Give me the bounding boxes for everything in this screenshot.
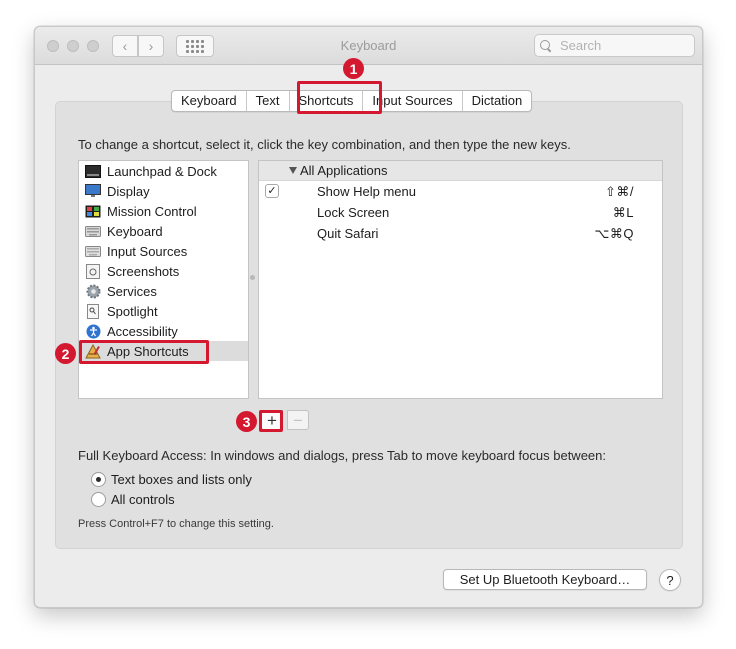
keyboard-access-hint: Press Control+F7 to change this setting. xyxy=(78,518,274,530)
tab-keyboard[interactable]: Keyboard xyxy=(172,91,247,111)
category-spotlight[interactable]: Spotlight xyxy=(79,301,248,321)
instruction-text: To change a shortcut, select it, click t… xyxy=(78,137,571,152)
category-label: Services xyxy=(107,283,157,299)
category-accessibility[interactable]: Accessibility xyxy=(79,321,248,341)
screenshots-icon xyxy=(85,263,101,279)
shortcut-row[interactable]: Quit Safari ⌥⌘Q xyxy=(259,223,662,244)
disclosure-triangle-icon[interactable] xyxy=(289,167,297,174)
category-label: Display xyxy=(107,183,150,199)
shortcut-row[interactable]: ✓ Show Help menu ⇧⌘/ xyxy=(259,181,662,202)
gear-icon xyxy=(85,284,101,298)
category-label: Screenshots xyxy=(107,263,180,279)
group-label: All Applications xyxy=(300,163,388,178)
tab-text[interactable]: Text xyxy=(247,91,290,111)
category-services[interactable]: Services xyxy=(79,281,248,301)
annotation-badge-3: 3 xyxy=(236,411,257,432)
category-keyboard[interactable]: Keyboard xyxy=(79,221,248,241)
category-screenshots[interactable]: Screenshots xyxy=(79,261,248,281)
radio-label: Text boxes and lists only xyxy=(111,472,252,487)
keyboard-icon xyxy=(85,224,101,238)
split-view-divider[interactable] xyxy=(250,275,255,280)
checkmark-icon: ✓ xyxy=(267,184,277,197)
shortcut-keys[interactable]: ⇧⌘/ xyxy=(605,184,634,200)
search-input[interactable] xyxy=(558,37,688,54)
launchpad-icon xyxy=(85,164,101,178)
group-header-all-applications[interactable]: All Applications xyxy=(259,161,662,181)
title-bar: ‹ › Keyboard xyxy=(35,27,702,65)
shortcut-name: Show Help menu xyxy=(317,184,416,199)
category-mission-control[interactable]: Mission Control xyxy=(79,201,248,221)
annotation-box-add-button xyxy=(259,410,283,432)
setup-bluetooth-keyboard-button[interactable]: Set Up Bluetooth Keyboard… xyxy=(443,569,647,590)
full-keyboard-access-label: Full Keyboard Access: In windows and dia… xyxy=(78,448,606,463)
shortcut-enabled-checkbox[interactable]: ✓ xyxy=(265,184,279,198)
input-sources-icon xyxy=(85,244,101,258)
category-display[interactable]: Display xyxy=(79,181,248,201)
search-field[interactable] xyxy=(534,34,695,57)
mission-control-icon xyxy=(85,204,101,218)
shortcut-name: Quit Safari xyxy=(317,226,379,241)
radio-button[interactable] xyxy=(91,492,106,507)
radio-text-boxes[interactable]: Text boxes and lists only xyxy=(91,472,252,487)
category-launchpad-dock[interactable]: Launchpad & Dock xyxy=(79,161,248,181)
annotation-badge-2: 2 xyxy=(55,343,76,364)
search-icon xyxy=(540,39,552,52)
shortcut-keys[interactable]: ⌥⌘Q xyxy=(594,226,634,242)
shortcut-row[interactable]: Lock Screen ⌘L xyxy=(259,202,662,223)
category-label: Input Sources xyxy=(107,243,188,259)
radio-button-selected[interactable] xyxy=(91,472,106,487)
shortcut-table: All Applications ✓ Show Help menu ⇧⌘/ Lo… xyxy=(258,160,663,399)
shortcut-keys[interactable]: ⌘L xyxy=(613,205,634,221)
radio-label: All controls xyxy=(111,492,175,507)
shortcut-name: Lock Screen xyxy=(317,205,390,220)
annotation-box-shortcuts-tab xyxy=(297,81,382,114)
category-label: Launchpad & Dock xyxy=(107,163,217,179)
category-label: Spotlight xyxy=(107,303,158,319)
category-label: Keyboard xyxy=(107,223,163,239)
tab-dictation[interactable]: Dictation xyxy=(463,91,532,111)
remove-shortcut-button[interactable]: − xyxy=(287,410,309,430)
display-icon xyxy=(85,184,101,198)
category-label: Accessibility xyxy=(107,323,178,339)
annotation-box-app-shortcuts xyxy=(79,340,209,364)
annotation-badge-1: 1 xyxy=(343,58,364,79)
spotlight-icon xyxy=(85,303,101,319)
category-input-sources[interactable]: Input Sources xyxy=(79,241,248,261)
radio-all-controls[interactable]: All controls xyxy=(91,492,175,507)
category-label: Mission Control xyxy=(107,203,197,219)
accessibility-icon xyxy=(85,324,101,338)
help-button[interactable]: ? xyxy=(659,569,681,591)
